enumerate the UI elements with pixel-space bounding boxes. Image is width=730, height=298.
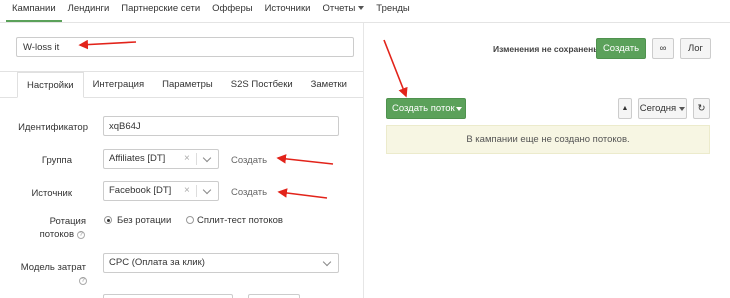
help-icon[interactable]: ? [79,277,87,285]
cost-value-field[interactable] [103,294,233,298]
create-group-link[interactable]: Создать [231,155,267,166]
chevron-down-icon [358,6,365,11]
log-button[interactable]: Лог [680,38,711,59]
currency-field[interactable] [248,294,300,298]
refresh-icon[interactable]: ↻ [693,98,710,119]
tab-integration[interactable]: Интеграция [84,72,154,98]
chevron-down-icon [322,257,332,267]
rotation-none-radio[interactable] [104,216,112,224]
group-select[interactable]: Affiliates [DT] × [103,149,219,169]
cost-model-label: Модель затрат [20,262,86,273]
period-label: Сегодня [639,103,677,114]
clear-icon[interactable]: × [184,153,190,164]
create-stream-button[interactable]: Создать поток [386,98,466,119]
nav-trends[interactable]: Тренды [370,0,415,22]
rotation-label-line2: потоков [39,229,74,240]
link-icon[interactable]: ∞ [652,38,674,59]
chevron-down-icon[interactable] [456,107,462,111]
save-campaign-button[interactable]: Создать [596,38,646,59]
nav-campaigns[interactable]: Кампании [6,0,62,22]
nav-reports[interactable]: Отчеты [316,0,370,22]
select-separator [196,153,197,165]
rotation-split-radio[interactable] [186,216,194,224]
clear-icon[interactable]: × [184,185,190,196]
chevron-down-icon [202,153,212,163]
arrow-to-group [276,154,334,165]
rotation-label: Ротация [49,216,86,227]
panel-divider [363,23,364,298]
tab-notes[interactable]: Заметки [302,72,356,98]
nav-offers[interactable]: Офферы [206,0,258,22]
top-navigation: Кампании Лендинги Партнерские сети Оффер… [0,0,730,22]
select-separator [196,185,197,197]
chevron-down-icon [679,106,686,111]
chevron-down-icon [202,185,212,195]
nav-landings[interactable]: Лендинги [62,0,116,22]
help-icon[interactable]: ? [77,231,85,239]
tab-settings[interactable]: Настройки [17,72,84,98]
source-label: Источник [31,188,72,199]
source-select[interactable]: Facebook [DT] × [103,181,219,201]
tab-s2s-postbacks[interactable]: S2S Постбеки [222,72,302,98]
unsaved-changes-notice: Изменения не сохранены [493,44,601,54]
arrow-to-source [277,188,328,199]
collapse-up-icon[interactable]: ▲ [618,98,632,119]
nav-sources[interactable]: Источники [259,0,317,22]
nav-affiliate-networks[interactable]: Партнерские сети [115,0,206,22]
period-select[interactable]: Сегодня [638,98,687,119]
identifier-field[interactable] [103,116,339,136]
create-source-link[interactable]: Создать [231,187,267,198]
arrow-to-create-stream [383,39,408,98]
rotation-split-label: Сплит-тест потоков [197,215,283,226]
campaign-tabs: Настройки Интеграция Параметры S2S Постб… [0,72,363,98]
nav-reports-label: Отчеты [322,3,356,14]
nav-divider [0,22,730,23]
create-stream-label: Создать поток [392,103,455,114]
source-select-value: Facebook [DT] [109,185,172,196]
campaign-name-input[interactable] [16,37,354,57]
identifier-label: Идентификатор [18,122,88,133]
tab-parameters[interactable]: Параметры [153,72,222,98]
group-label: Группа [41,155,72,166]
rotation-none-label: Без ротации [117,215,172,226]
empty-streams-notice: В кампании еще не создано потоков. [386,125,710,154]
cost-model-select[interactable]: CPC (Оплата за клик) [103,253,339,273]
group-select-value: Affiliates [DT] [109,153,166,164]
cost-model-value: CPC (Оплата за клик) [109,257,205,268]
